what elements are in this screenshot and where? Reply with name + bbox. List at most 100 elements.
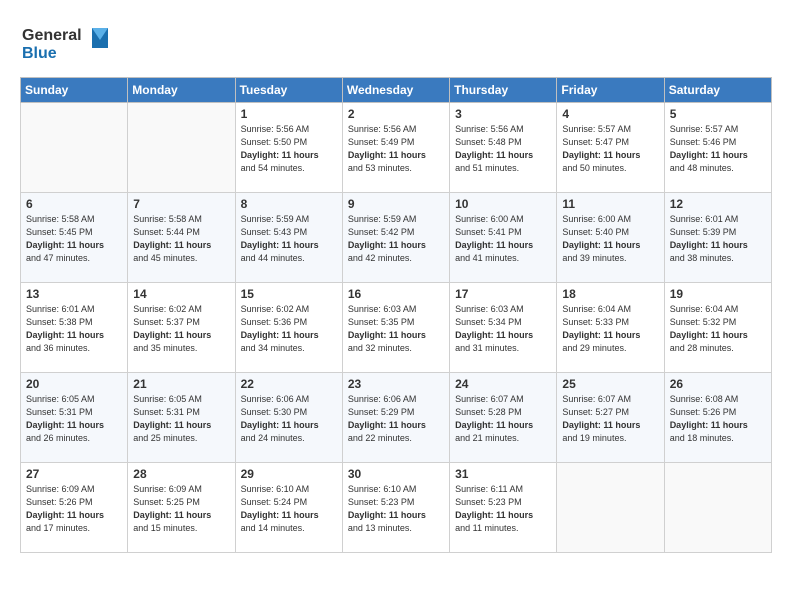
- header-cell-tuesday: Tuesday: [235, 78, 342, 103]
- day-number: 29: [241, 467, 337, 481]
- day-number: 8: [241, 197, 337, 211]
- day-cell: 17 Sunrise: 6:03 AMSunset: 5:34 PMDayligh…: [450, 283, 557, 373]
- day-cell: 23 Sunrise: 6:06 AMSunset: 5:29 PMDayligh…: [342, 373, 449, 463]
- day-content: Sunrise: 6:10 AMSunset: 5:24 PMDaylight:…: [241, 483, 337, 535]
- day-cell: 13Sunrise: 6:01 AMSunset: 5:38 PMDayligh…: [21, 283, 128, 373]
- week-row-5: 27Sunrise: 6:09 AMSunset: 5:26 PMDayligh…: [21, 463, 772, 553]
- week-row-2: 6 Sunrise: 5:58 AMSunset: 5:45 PMDaylight…: [21, 193, 772, 283]
- day-number: 27: [26, 467, 122, 481]
- day-number: 20: [26, 377, 122, 391]
- day-content: Sunrise: 6:07 AMSunset: 5:28 PMDaylight:…: [455, 393, 551, 445]
- day-cell: [128, 103, 235, 193]
- day-cell: [664, 463, 771, 553]
- svg-text:Blue: Blue: [22, 45, 57, 62]
- day-cell: 18 Sunrise: 6:04 AMSunset: 5:33 PMDayligh…: [557, 283, 664, 373]
- day-number: 14: [133, 287, 229, 301]
- day-cell: 30Sunrise: 6:10 AMSunset: 5:23 PMDayligh…: [342, 463, 449, 553]
- day-number: 3: [455, 107, 551, 121]
- day-cell: 10 Sunrise: 6:00 AMSunset: 5:41 PMDayligh…: [450, 193, 557, 283]
- day-number: 11: [562, 197, 658, 211]
- day-cell: 27Sunrise: 6:09 AMSunset: 5:26 PMDayligh…: [21, 463, 128, 553]
- day-cell: 16Sunrise: 6:03 AMSunset: 5:35 PMDayligh…: [342, 283, 449, 373]
- day-cell: 29 Sunrise: 6:10 AMSunset: 5:24 PMDayligh…: [235, 463, 342, 553]
- header-cell-wednesday: Wednesday: [342, 78, 449, 103]
- day-content: Sunrise: 5:56 AMSunset: 5:50 PMDaylight:…: [241, 123, 337, 175]
- day-content: Sunrise: 6:06 AMSunset: 5:29 PMDaylight:…: [348, 393, 444, 445]
- day-number: 15: [241, 287, 337, 301]
- day-number: 5: [670, 107, 766, 121]
- calendar-table: SundayMondayTuesdayWednesdayThursdayFrid…: [20, 77, 772, 553]
- day-cell: 15 Sunrise: 6:02 AMSunset: 5:36 PMDayligh…: [235, 283, 342, 373]
- day-number: 31: [455, 467, 551, 481]
- day-cell: 3 Sunrise: 5:56 AMSunset: 5:48 PMDaylight…: [450, 103, 557, 193]
- day-number: 2: [348, 107, 444, 121]
- day-content: Sunrise: 6:04 AMSunset: 5:32 PMDaylight:…: [670, 303, 766, 355]
- day-content: Sunrise: 5:57 AMSunset: 5:47 PMDaylight:…: [562, 123, 658, 175]
- day-cell: 26 Sunrise: 6:08 AMSunset: 5:26 PMDayligh…: [664, 373, 771, 463]
- header: General Blue: [20, 16, 772, 69]
- header-row: SundayMondayTuesdayWednesdayThursdayFrid…: [21, 78, 772, 103]
- day-cell: 22Sunrise: 6:06 AMSunset: 5:30 PMDayligh…: [235, 373, 342, 463]
- day-content: Sunrise: 6:10 AMSunset: 5:23 PMDaylight:…: [348, 483, 444, 535]
- day-content: Sunrise: 6:05 AMSunset: 5:31 PMDaylight:…: [133, 393, 229, 445]
- day-number: 26: [670, 377, 766, 391]
- header-cell-thursday: Thursday: [450, 78, 557, 103]
- day-cell: 2 Sunrise: 5:56 AMSunset: 5:49 PMDaylight…: [342, 103, 449, 193]
- header-cell-monday: Monday: [128, 78, 235, 103]
- day-number: 10: [455, 197, 551, 211]
- day-number: 25: [562, 377, 658, 391]
- day-cell: 31 Sunrise: 6:11 AMSunset: 5:23 PMDayligh…: [450, 463, 557, 553]
- day-cell: 9 Sunrise: 5:59 AMSunset: 5:42 PMDaylight…: [342, 193, 449, 283]
- day-number: 18: [562, 287, 658, 301]
- day-content: Sunrise: 6:02 AMSunset: 5:36 PMDaylight:…: [241, 303, 337, 355]
- day-content: Sunrise: 6:07 AMSunset: 5:27 PMDaylight:…: [562, 393, 658, 445]
- day-number: 12: [670, 197, 766, 211]
- day-number: 17: [455, 287, 551, 301]
- day-cell: 28Sunrise: 6:09 AMSunset: 5:25 PMDayligh…: [128, 463, 235, 553]
- day-number: 7: [133, 197, 229, 211]
- day-content: Sunrise: 6:01 AMSunset: 5:39 PMDaylight:…: [670, 213, 766, 265]
- day-content: Sunrise: 6:01 AMSunset: 5:38 PMDaylight:…: [26, 303, 122, 355]
- week-row-1: 1 Sunrise: 5:56 AMSunset: 5:50 PMDaylight…: [21, 103, 772, 193]
- day-cell: [21, 103, 128, 193]
- day-cell: 1 Sunrise: 5:56 AMSunset: 5:50 PMDaylight…: [235, 103, 342, 193]
- day-cell: 21 Sunrise: 6:05 AMSunset: 5:31 PMDayligh…: [128, 373, 235, 463]
- day-cell: 20 Sunrise: 6:05 AMSunset: 5:31 PMDayligh…: [21, 373, 128, 463]
- day-content: Sunrise: 6:06 AMSunset: 5:30 PMDaylight:…: [241, 393, 337, 445]
- day-cell: 5Sunrise: 5:57 AMSunset: 5:46 PMDaylight…: [664, 103, 771, 193]
- day-number: 6: [26, 197, 122, 211]
- day-content: Sunrise: 6:03 AMSunset: 5:34 PMDaylight:…: [455, 303, 551, 355]
- day-content: Sunrise: 5:58 AMSunset: 5:45 PMDaylight:…: [26, 213, 122, 265]
- day-number: 19: [670, 287, 766, 301]
- day-number: 24: [455, 377, 551, 391]
- day-number: 1: [241, 107, 337, 121]
- day-content: Sunrise: 6:08 AMSunset: 5:26 PMDaylight:…: [670, 393, 766, 445]
- day-cell: 11Sunrise: 6:00 AMSunset: 5:40 PMDayligh…: [557, 193, 664, 283]
- day-number: 21: [133, 377, 229, 391]
- page: General Blue SundayMondayTuesdayWednesda…: [0, 0, 792, 569]
- week-row-4: 20 Sunrise: 6:05 AMSunset: 5:31 PMDayligh…: [21, 373, 772, 463]
- day-cell: 6 Sunrise: 5:58 AMSunset: 5:45 PMDaylight…: [21, 193, 128, 283]
- day-number: 9: [348, 197, 444, 211]
- day-content: Sunrise: 5:59 AMSunset: 5:42 PMDaylight:…: [348, 213, 444, 265]
- day-cell: 4 Sunrise: 5:57 AMSunset: 5:47 PMDaylight…: [557, 103, 664, 193]
- day-content: Sunrise: 6:02 AMSunset: 5:37 PMDaylight:…: [133, 303, 229, 355]
- day-content: Sunrise: 5:56 AMSunset: 5:48 PMDaylight:…: [455, 123, 551, 175]
- header-cell-saturday: Saturday: [664, 78, 771, 103]
- day-content: Sunrise: 6:04 AMSunset: 5:33 PMDaylight:…: [562, 303, 658, 355]
- day-content: Sunrise: 6:03 AMSunset: 5:35 PMDaylight:…: [348, 303, 444, 355]
- logo-text: General Blue: [20, 20, 110, 69]
- day-content: Sunrise: 6:11 AMSunset: 5:23 PMDaylight:…: [455, 483, 551, 535]
- day-cell: [557, 463, 664, 553]
- day-content: Sunrise: 6:05 AMSunset: 5:31 PMDaylight:…: [26, 393, 122, 445]
- header-cell-sunday: Sunday: [21, 78, 128, 103]
- day-content: Sunrise: 5:58 AMSunset: 5:44 PMDaylight:…: [133, 213, 229, 265]
- day-number: 28: [133, 467, 229, 481]
- svg-text:General: General: [22, 27, 82, 44]
- day-number: 23: [348, 377, 444, 391]
- day-number: 4: [562, 107, 658, 121]
- day-content: Sunrise: 6:00 AMSunset: 5:41 PMDaylight:…: [455, 213, 551, 265]
- day-content: Sunrise: 5:56 AMSunset: 5:49 PMDaylight:…: [348, 123, 444, 175]
- day-cell: 7 Sunrise: 5:58 AMSunset: 5:44 PMDaylight…: [128, 193, 235, 283]
- day-cell: 19 Sunrise: 6:04 AMSunset: 5:32 PMDayligh…: [664, 283, 771, 373]
